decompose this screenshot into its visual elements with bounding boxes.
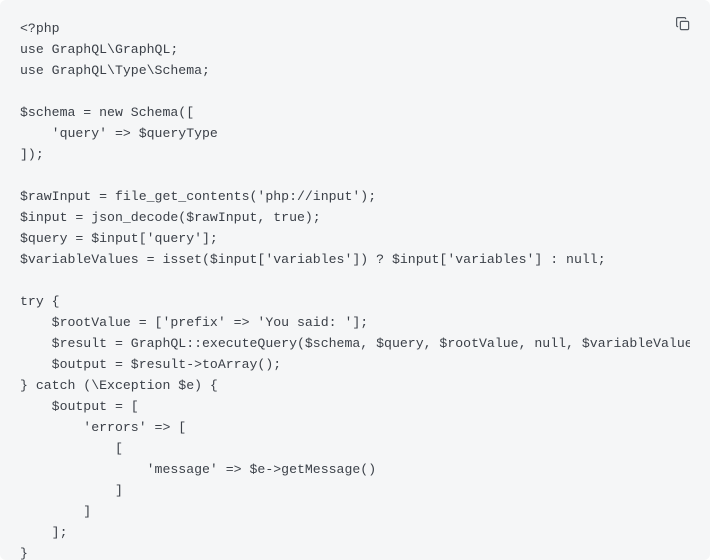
copy-button[interactable]	[672, 14, 694, 36]
code-line: $input = json_decode($rawInput, true);	[20, 210, 321, 225]
code-line: [	[20, 441, 123, 456]
code-line: $query = $input['query'];	[20, 231, 218, 246]
copy-icon	[674, 15, 692, 36]
code-line: ]	[20, 483, 123, 498]
code-line: 'message' => $e->getMessage()	[20, 462, 376, 477]
code-line: use GraphQL\GraphQL;	[20, 42, 178, 57]
code-line: $result = GraphQL::executeQuery($schema,…	[20, 336, 690, 351]
code-line: $output = [	[20, 399, 139, 414]
code-line: $rawInput = file_get_contents('php://inp…	[20, 189, 376, 204]
code-line: <?php	[20, 21, 60, 36]
code-line: ]);	[20, 147, 44, 162]
code-block: <?php use GraphQL\GraphQL; use GraphQL\T…	[0, 0, 710, 560]
code-line: $variableValues = isset($input['variable…	[20, 252, 606, 267]
code-line: try {	[20, 294, 60, 309]
code-line: $output = $result->toArray();	[20, 357, 281, 372]
code-line: $schema = new Schema([	[20, 105, 194, 120]
code-line: }	[20, 546, 28, 560]
code-line: use GraphQL\Type\Schema;	[20, 63, 210, 78]
code-content: <?php use GraphQL\GraphQL; use GraphQL\T…	[20, 18, 690, 560]
code-line: } catch (\Exception $e) {	[20, 378, 218, 393]
code-line: 'query' => $queryType	[20, 126, 218, 141]
code-line: 'errors' => [	[20, 420, 186, 435]
code-line: $rootValue = ['prefix' => 'You said: '];	[20, 315, 368, 330]
code-line: ]	[20, 504, 91, 519]
code-line: ];	[20, 525, 67, 540]
